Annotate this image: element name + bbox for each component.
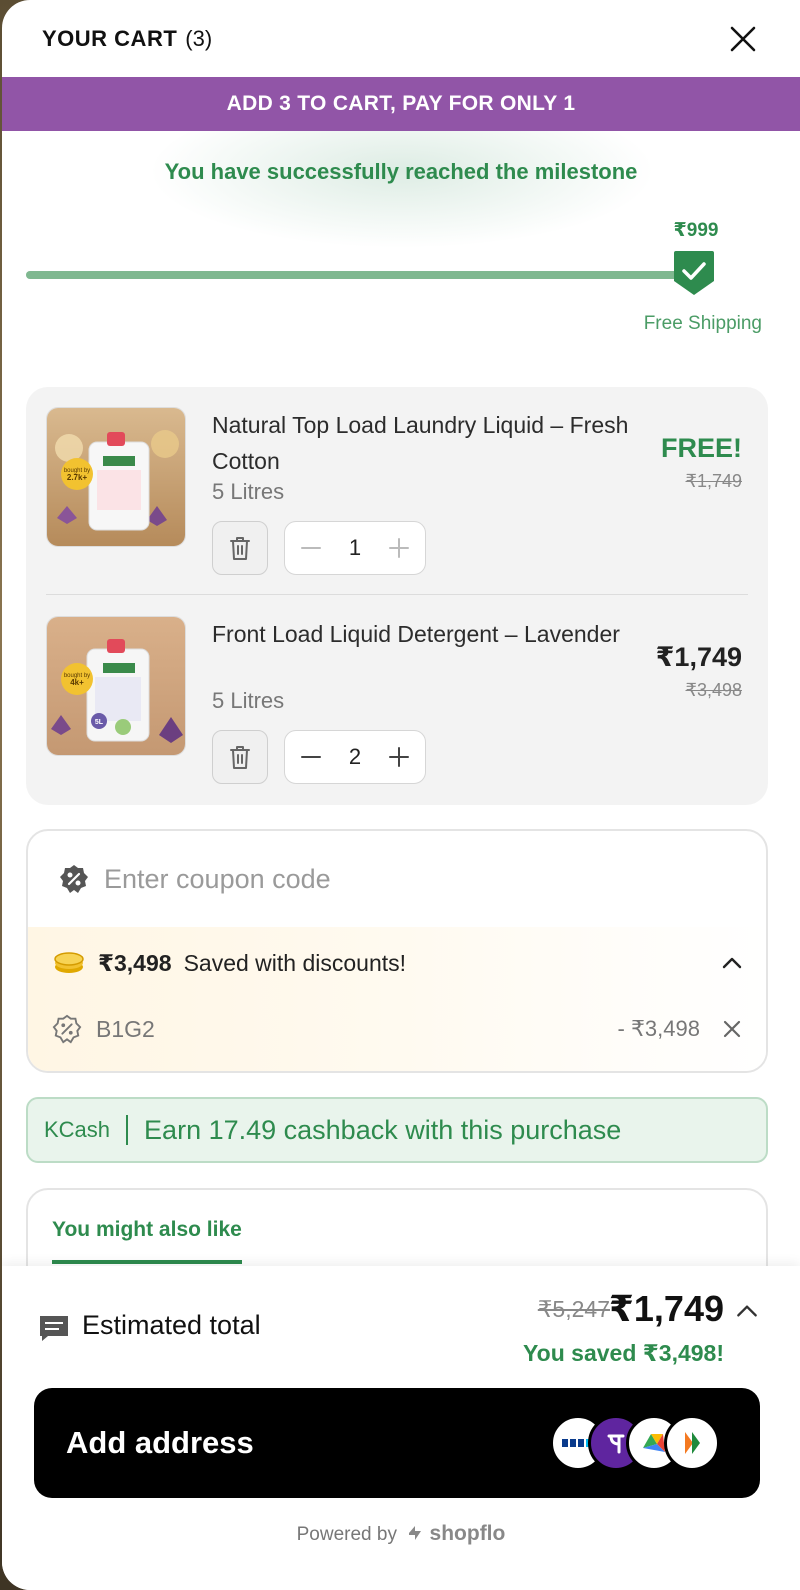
applied-coupon-value: - ₹3,498	[617, 1016, 701, 1041]
checkout-footer: Estimated total ₹5,247 ₹1,749 You saved …	[2, 1266, 800, 1590]
close-button[interactable]	[728, 24, 758, 54]
cart-count: (3)	[185, 25, 213, 51]
receipt-icon	[40, 1316, 68, 1341]
minus-icon	[301, 756, 321, 758]
shopflo-logo-icon	[409, 1526, 422, 1540]
decrease-quantity-button[interactable]	[297, 534, 325, 562]
product-thumbnail[interactable]: 5L bought by 4k+	[46, 616, 186, 756]
quantity-value: 2	[348, 744, 362, 769]
trash-icon	[230, 537, 250, 560]
powered-prefix: Powered by	[296, 1524, 397, 1545]
powered-brand: shopflo	[429, 1522, 506, 1545]
product-name[interactable]: Front Load Liquid Detergent – Lavender	[212, 616, 632, 652]
payment-methods	[550, 1415, 720, 1471]
increase-quantity-button[interactable]	[385, 534, 413, 562]
milestone-message: You have successfully reached the milest…	[164, 159, 638, 184]
minus-icon	[301, 547, 321, 549]
add-address-button[interactable]: Add address	[34, 1388, 760, 1498]
add-address-label: Add address	[66, 1425, 254, 1460]
cart-drawer: YOUR CART (3) ADD 3 TO CART, PAY FOR ONLY…	[2, 0, 800, 1590]
item-original-price: ₹1,749	[685, 471, 743, 491]
milestone-progress-bar	[26, 271, 694, 279]
coins-icon	[54, 952, 84, 973]
kcash-banner: KCash Earn 17.49 cashback with this purc…	[26, 1097, 768, 1163]
kcash-text: Earn 17.49 cashback with this purchase	[144, 1114, 622, 1145]
coupon-card: ₹3,498 Saved with discounts! B1G2 - ₹3,4…	[26, 829, 768, 1073]
svg-text:5L: 5L	[95, 719, 104, 726]
decrease-quantity-button[interactable]	[297, 743, 325, 771]
delete-item-button[interactable]	[212, 730, 268, 784]
close-icon	[730, 26, 756, 51]
milestone-section: You have successfully reached the milest…	[2, 131, 800, 386]
increase-quantity-button[interactable]	[385, 743, 413, 771]
product-thumbnail[interactable]: bought by 2.7k+	[46, 407, 186, 547]
svg-text:4k+: 4k+	[70, 678, 84, 687]
chevron-up-icon	[722, 957, 742, 969]
svg-text:2.7k+: 2.7k+	[67, 473, 88, 482]
savings-row[interactable]: ₹3,498 Saved with discounts!	[52, 945, 746, 981]
cart-item: 5L bought by 4k+ Front Load Liquid Deter…	[26, 596, 768, 786]
cart-title-group: YOUR CART (3)	[42, 26, 212, 52]
milestone-label: Free Shipping	[643, 313, 762, 334]
bhim-icon	[664, 1415, 720, 1471]
delete-item-button[interactable]	[212, 521, 268, 575]
tab-you-might-also-like[interactable]: You might also like	[52, 1218, 242, 1264]
trash-icon	[230, 746, 250, 769]
item-price: FREE!	[661, 433, 742, 463]
quantity-stepper: 2	[284, 730, 426, 784]
total-amount: ₹1,749	[608, 1288, 724, 1329]
kcash-label: KCash	[44, 1115, 129, 1145]
cart-item: bought by 2.7k+ Natural Top Load Laundry…	[26, 387, 768, 577]
quantity-value: 1	[348, 535, 362, 560]
remove-coupon-button[interactable]	[718, 1015, 746, 1043]
chevron-up-icon[interactable]	[734, 1298, 760, 1324]
offer-banner: ADD 3 TO CART, PAY FOR ONLY 1	[2, 77, 800, 131]
plus-icon	[389, 747, 409, 767]
coupon-percent-icon	[60, 865, 88, 893]
applied-discount-row: B1G2 - ₹3,498	[52, 1011, 746, 1047]
quantity-stepper: 1	[284, 521, 426, 575]
item-original-price: ₹3,498	[685, 680, 743, 700]
item-divider	[46, 594, 748, 595]
original-total: ₹5,247	[537, 1296, 610, 1322]
check-shield-icon	[674, 251, 714, 295]
estimated-total-label: Estimated total	[82, 1310, 261, 1340]
applied-coupon-code: B1G2	[96, 1015, 155, 1042]
coupon-input-row	[28, 831, 766, 927]
plus-icon	[389, 538, 409, 558]
savings-section: ₹3,498 Saved with discounts! B1G2 - ₹3,4…	[28, 927, 766, 1071]
item-price: ₹1,749	[655, 642, 742, 672]
product-variant: 5 Litres	[212, 688, 285, 713]
savings-amount: ₹3,498	[98, 949, 172, 976]
coupon-percent-icon	[52, 1014, 82, 1044]
collapse-discounts-button[interactable]	[718, 949, 746, 977]
saved-amount-text: You saved ₹3,498!	[523, 1340, 724, 1366]
coupon-input[interactable]	[104, 863, 704, 895]
cart-header: YOUR CART (3)	[2, 0, 800, 77]
cart-title: YOUR CART	[42, 25, 178, 51]
product-name[interactable]: Natural Top Load Laundry Liquid – Fresh …	[212, 407, 632, 479]
powered-by: Powered by shopflo	[2, 1522, 800, 1546]
milestone-progress-fill	[26, 271, 694, 279]
cart-items-card: bought by 2.7k+ Natural Top Load Laundry…	[26, 387, 768, 805]
savings-text: Saved with discounts!	[183, 949, 407, 976]
product-variant: 5 Litres	[212, 479, 285, 504]
milestone-price: ₹999	[673, 220, 719, 241]
close-icon	[723, 1020, 741, 1038]
